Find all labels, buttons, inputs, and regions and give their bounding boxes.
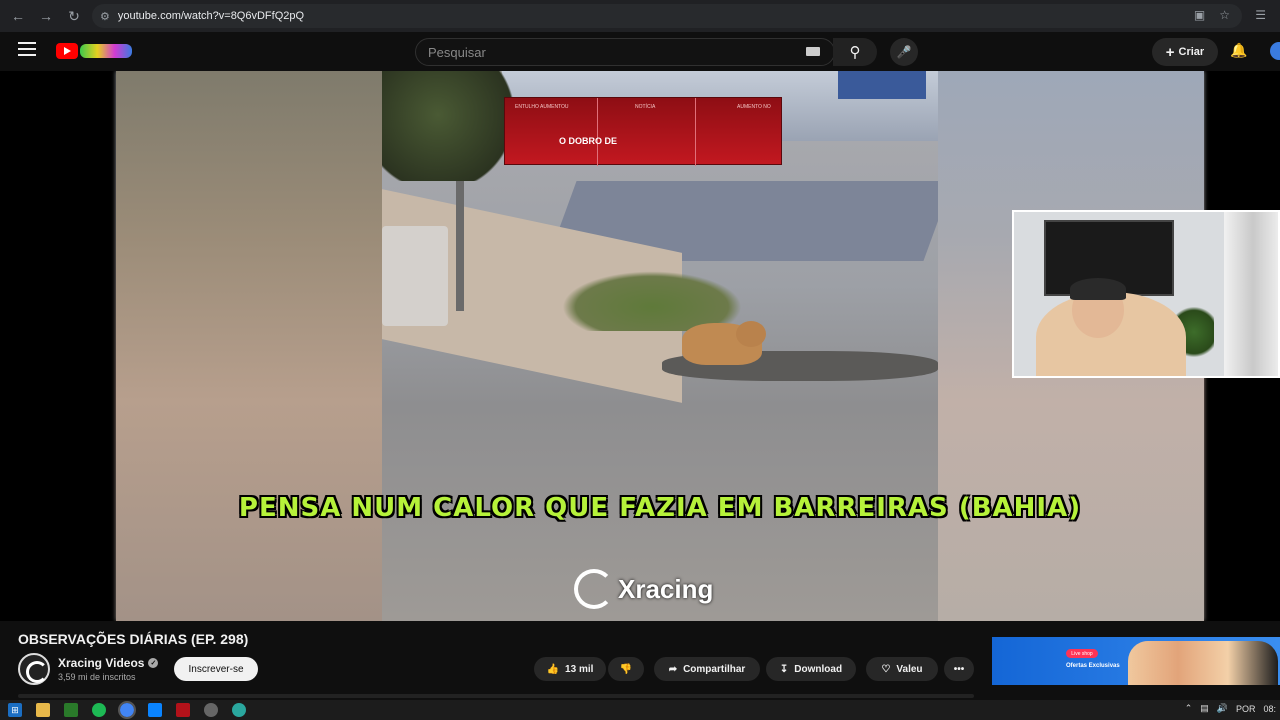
share-arrow-icon: ➦	[668, 663, 678, 675]
account-avatar[interactable]	[1270, 42, 1280, 60]
subscriber-count: 3,59 mi de inscritos	[58, 672, 136, 682]
wall-sign	[838, 71, 926, 99]
settings-gear-icon[interactable]	[204, 703, 218, 717]
search-icon: ⚲	[849, 44, 861, 61]
video-player[interactable]: ENTULHO AUMENTOU NOTÍCIA AUMENTO NO O DO…	[0, 71, 1280, 621]
back-arrow-icon[interactable]: ←	[4, 2, 32, 30]
app-red-icon[interactable]	[176, 703, 190, 717]
windows-start-icon[interactable]: ⊞	[8, 703, 22, 717]
dog-head	[736, 321, 766, 347]
ad-badge: Live shop	[1066, 649, 1098, 658]
install-app-icon[interactable]: ▣	[1194, 8, 1205, 22]
search-placeholder: Pesquisar	[428, 44, 486, 60]
dislike-button[interactable]: 👎	[608, 657, 644, 681]
download-icon: ↧	[779, 663, 789, 675]
share-button[interactable]: ➦ Compartilhar	[654, 657, 760, 681]
thanks-heart-icon: ♡	[881, 663, 891, 675]
search-button[interactable]: ⚲	[833, 38, 877, 66]
thanks-label: Valeu	[896, 663, 923, 675]
address-bar[interactable]: ⚙ youtube.com/watch?v=8Q6vDFfQ2pQ	[92, 4, 1242, 28]
grass-patch	[562, 271, 742, 331]
hamburger-menu-icon[interactable]	[18, 42, 36, 60]
spartan-helmet-icon	[574, 569, 614, 609]
news-tiny-3: AUMENTO NO	[737, 104, 771, 110]
ad-banner[interactable]: Live shop Ofertas Exclusivas	[992, 637, 1280, 700]
file-explorer-icon[interactable]	[36, 703, 50, 717]
video-metadata: OBSERVAÇÕES DIÁRIAS (EP. 298) Xracing Vi…	[0, 621, 1280, 700]
url-text: youtube.com/watch?v=8Q6vDFfQ2pQ	[117, 10, 305, 22]
channel-avatar[interactable]	[18, 653, 50, 685]
reload-icon[interactable]: ↻	[60, 2, 88, 30]
chrome-icon[interactable]	[118, 701, 136, 719]
webcam-person-cap	[1070, 278, 1126, 300]
download-label: Download	[794, 663, 843, 675]
ad-people-image	[1128, 641, 1278, 685]
channel-name-row[interactable]: Xracing Videos ✓	[58, 656, 159, 670]
volume-icon[interactable]: 🔊	[1217, 703, 1228, 714]
description-bar	[18, 694, 974, 698]
search-input[interactable]: Pesquisar	[415, 38, 835, 66]
create-button[interactable]: + Criar	[1152, 38, 1218, 66]
youtube-doodle[interactable]	[80, 44, 132, 58]
verified-check-icon: ✓	[148, 658, 159, 668]
thanks-button[interactable]: ♡ Valeu	[866, 657, 938, 681]
site-info-icon[interactable]: ⚙	[100, 10, 110, 23]
tray-chevron-icon[interactable]: ⌃	[1185, 703, 1193, 714]
windows-taskbar: ⊞ ⌃ ▤ 🔊 POR 08:	[0, 700, 1280, 720]
keyboard-icon[interactable]	[806, 47, 820, 56]
webcam-overlay	[1012, 210, 1280, 378]
news-banner: ENTULHO AUMENTOU NOTÍCIA AUMENTO NO O DO…	[504, 97, 782, 166]
video-caption: PENSA NUM CALOR QUE FAZIA EM BARREIRAS (…	[238, 493, 1082, 523]
watermark-text: Xracing	[618, 573, 714, 604]
ad-footer	[992, 685, 1280, 700]
youtube-logo[interactable]	[56, 43, 78, 59]
network-icon[interactable]: ▤	[1200, 703, 1209, 714]
system-tray: ⌃ ▤ 🔊 POR 08:	[1185, 703, 1276, 714]
video-title: OBSERVAÇÕES DIÁRIAS (EP. 298)	[18, 631, 249, 647]
tray-language[interactable]: POR	[1236, 704, 1256, 714]
news-tiny-1: ENTULHO AUMENTOU	[515, 104, 569, 110]
plus-icon: +	[1165, 43, 1175, 61]
channel-watermark: Xracing	[574, 569, 713, 609]
bookmark-star-icon[interactable]: ☆	[1219, 8, 1230, 22]
download-button[interactable]: ↧ Download	[766, 657, 856, 681]
app-blue-icon[interactable]	[148, 703, 162, 717]
concrete-bollard	[382, 226, 448, 326]
subscribe-button[interactable]: Inscrever-se	[174, 657, 258, 681]
ad-text: Ofertas Exclusivas	[1066, 663, 1120, 669]
like-count: 13 mil	[565, 663, 594, 675]
webcam-curtain	[1224, 212, 1278, 376]
news-headline: O DOBRO DE	[559, 136, 618, 146]
like-button[interactable]: 👍 13 mil	[534, 657, 606, 681]
app-icon[interactable]	[64, 703, 78, 717]
microphone-icon: 🎤	[896, 45, 912, 59]
thumbs-up-icon: 👍	[546, 663, 560, 675]
forward-arrow-icon[interactable]: →	[32, 2, 60, 30]
create-label: Criar	[1178, 46, 1205, 58]
news-tiny-2: NOTÍCIA	[635, 104, 656, 110]
tray-clock[interactable]: 08:	[1263, 704, 1276, 714]
tree-foliage	[382, 71, 522, 181]
notifications-bell-icon[interactable]: 🔔	[1230, 42, 1247, 59]
blurred-left-panel	[116, 71, 382, 621]
browser-toolbar: ← → ↻ ⚙ youtube.com/watch?v=8Q6vDFfQ2pQ …	[0, 0, 1280, 32]
edge-icon[interactable]	[232, 703, 246, 717]
channel-name[interactable]: Xracing Videos	[58, 656, 144, 670]
reading-list-icon[interactable]: ☰	[1255, 8, 1266, 22]
share-label: Compartilhar	[683, 663, 746, 675]
voice-search-button[interactable]: 🎤	[890, 38, 918, 66]
youtube-header: Pesquisar ⚲ 🎤 + Criar 🔔	[0, 32, 1280, 71]
more-actions-button[interactable]: •••	[944, 657, 974, 681]
thumbs-down-icon: 👎	[619, 663, 633, 675]
spotify-icon[interactable]	[92, 703, 106, 717]
